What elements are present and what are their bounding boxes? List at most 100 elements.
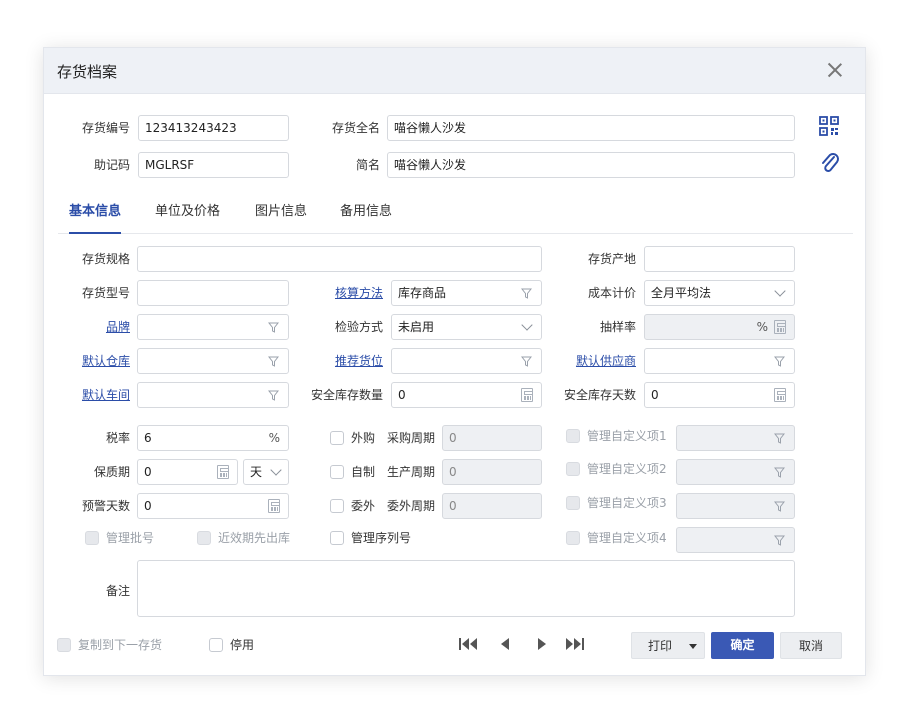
chevron-down-icon <box>774 285 786 297</box>
costing-select[interactable]: 全月平均法 <box>644 280 795 306</box>
tax-rate-label: 税率 <box>105 431 130 445</box>
filter-icon[interactable] <box>774 535 785 546</box>
qr-code-icon[interactable] <box>819 116 839 136</box>
calculator-icon[interactable] <box>268 499 280 513</box>
chevron-down-icon <box>270 464 282 476</box>
filter-icon[interactable] <box>268 322 279 333</box>
tax-rate-input[interactable]: 6 % <box>137 425 289 451</box>
attachment-icon[interactable] <box>820 152 840 174</box>
subcontract-cycle-input[interactable]: 0 <box>442 493 542 519</box>
calculator-icon[interactable] <box>774 320 786 334</box>
disable-checkbox[interactable] <box>209 638 223 652</box>
custom1-checkbox[interactable] <box>566 429 580 443</box>
copy-next-checkbox[interactable] <box>57 638 71 652</box>
custom2-label: 管理自定义项2 <box>587 462 667 476</box>
tab-unit-price[interactable]: 单位及价格 <box>155 200 220 234</box>
accounting-method-link[interactable]: 核算方法 <box>317 280 383 306</box>
default-supplier-link[interactable]: 默认供应商 <box>564 348 636 374</box>
batch-checkbox[interactable] <box>85 531 99 545</box>
custom4-label: 管理自定义项4 <box>587 531 667 545</box>
custom1-input[interactable] <box>676 425 795 451</box>
filter-icon[interactable] <box>774 501 785 512</box>
accounting-method-input[interactable]: 库存商品 <box>391 280 542 306</box>
shortname-input[interactable]: 喵谷懒人沙发 <box>387 152 795 178</box>
calculator-icon[interactable] <box>521 388 533 402</box>
fefo-checkbox[interactable] <box>197 531 211 545</box>
recommended-location-input[interactable] <box>391 348 542 374</box>
print-dropdown[interactable] <box>682 633 704 658</box>
filter-icon[interactable] <box>268 356 279 367</box>
custom4-input[interactable] <box>676 527 795 553</box>
custom3-label: 管理自定义项3 <box>587 496 667 510</box>
default-workshop-link[interactable]: 默认车间 <box>64 382 130 408</box>
serial-checkbox[interactable] <box>330 531 344 545</box>
filter-icon[interactable] <box>521 356 532 367</box>
filter-icon[interactable] <box>268 390 279 401</box>
origin-input[interactable] <box>644 246 795 272</box>
spec-input[interactable] <box>137 246 542 272</box>
shortname-label: 简名 <box>355 158 380 172</box>
warning-days-label: 预警天数 <box>81 499 130 513</box>
default-warehouse-link[interactable]: 默认仓库 <box>64 348 130 374</box>
warning-days-input[interactable]: 0 <box>137 493 289 519</box>
shelf-life-input[interactable]: 0 <box>137 459 238 485</box>
subcontract-cycle-label: 委外周期 <box>386 499 435 513</box>
next-record-icon[interactable] <box>531 636 551 652</box>
code-label: 存货编号 <box>81 121 130 135</box>
filter-icon[interactable] <box>774 467 785 478</box>
calculator-icon[interactable] <box>774 388 786 402</box>
default-supplier-input[interactable] <box>644 348 795 374</box>
brand-link[interactable]: 品牌 <box>64 314 130 340</box>
close-icon[interactable] <box>825 60 845 80</box>
selfmade-label: 自制 <box>351 465 376 479</box>
purchase-cycle-input[interactable]: 0 <box>442 425 542 451</box>
brand-input[interactable] <box>137 314 289 340</box>
recommended-location-link[interactable]: 推荐货位 <box>317 348 383 374</box>
custom2-checkbox[interactable] <box>566 462 580 476</box>
print-button[interactable]: 打印 <box>631 632 705 659</box>
chevron-down-icon <box>521 319 533 331</box>
mnemonic-input[interactable]: MGLRSF <box>138 152 289 178</box>
tab-basic-info[interactable]: 基本信息 <box>69 200 122 234</box>
default-workshop-input[interactable] <box>137 382 289 408</box>
custom3-checkbox[interactable] <box>566 496 580 510</box>
sampling-input[interactable]: % <box>644 314 795 340</box>
purchase-cycle-label: 采购周期 <box>386 431 435 445</box>
custom4-checkbox[interactable] <box>566 531 580 545</box>
custom2-input[interactable] <box>676 459 795 485</box>
caret-down-icon <box>689 644 697 649</box>
first-record-icon[interactable] <box>458 636 478 652</box>
shelf-life-unit-select[interactable]: 天 <box>243 459 289 485</box>
fullname-input[interactable]: 喵谷懒人沙发 <box>387 115 795 141</box>
ok-button[interactable]: 确定 <box>711 632 774 659</box>
serial-label: 管理序列号 <box>351 531 412 545</box>
safety-stock-days-label: 安全库存天数 <box>563 388 636 402</box>
tab-images[interactable]: 图片信息 <box>255 200 307 234</box>
production-cycle-label: 生产周期 <box>386 465 435 479</box>
filter-icon[interactable] <box>774 433 785 444</box>
model-input[interactable] <box>137 280 289 306</box>
subcontract-checkbox[interactable] <box>330 499 344 513</box>
production-cycle-input[interactable]: 0 <box>442 459 542 485</box>
calculator-icon[interactable] <box>217 465 229 479</box>
previous-record-icon[interactable] <box>496 636 516 652</box>
inspection-select[interactable]: 未启用 <box>391 314 542 340</box>
last-record-icon[interactable] <box>565 636 585 652</box>
safety-stock-qty-input[interactable]: 0 <box>391 382 542 408</box>
selfmade-checkbox[interactable] <box>330 465 344 479</box>
code-input[interactable]: 123413243423 <box>138 115 289 141</box>
model-label: 存货型号 <box>81 286 130 300</box>
custom3-input[interactable] <box>676 493 795 519</box>
default-warehouse-input[interactable] <box>137 348 289 374</box>
inspection-label: 检验方式 <box>334 320 383 334</box>
outsource-checkbox[interactable] <box>330 431 344 445</box>
dialog-title: 存货档案 <box>57 63 118 81</box>
fullname-label: 存货全名 <box>331 121 380 135</box>
tab-backup-info[interactable]: 备用信息 <box>340 200 392 234</box>
remark-textarea[interactable] <box>137 560 795 617</box>
filter-icon[interactable] <box>774 356 785 367</box>
costing-label: 成本计价 <box>587 286 636 300</box>
filter-icon[interactable] <box>521 288 532 299</box>
safety-stock-days-input[interactable]: 0 <box>644 382 795 408</box>
cancel-button[interactable]: 取消 <box>780 632 842 659</box>
